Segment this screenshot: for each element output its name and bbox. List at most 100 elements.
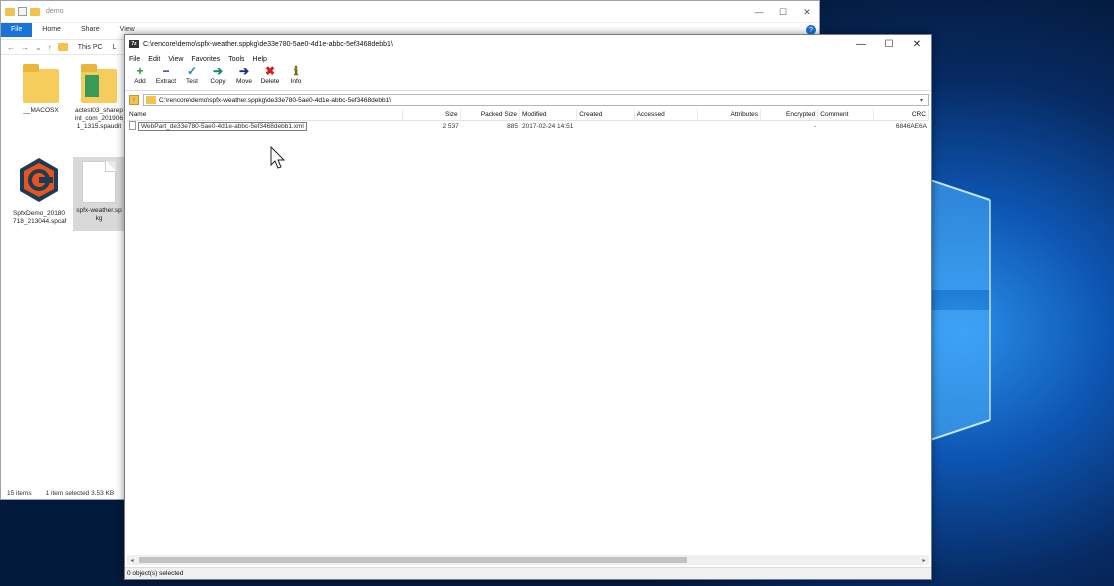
cell-crc: 6846AE6A [895, 123, 927, 130]
file-icon [129, 121, 136, 130]
test-label: Test [186, 78, 198, 85]
maximize-button[interactable]: ☐ [875, 35, 903, 53]
menu-tools[interactable]: Tools [228, 56, 244, 63]
column-attributes[interactable]: Attributes [698, 109, 761, 121]
7zip-titlebar: 7z C:\rencore\demo\spfx-weather.sppkg\de… [125, 35, 931, 53]
explorer-titlebar: demo — ☐ ✕ [1, 1, 819, 23]
column-packed-size[interactable]: Packed Size [461, 109, 520, 121]
column-headers: Name Size Packed Size Modified Created A… [127, 109, 929, 121]
file-item-label: spfx-weather.sp kg [76, 207, 122, 222]
folder-icon [57, 43, 68, 51]
up-folder-icon[interactable]: ↑ [129, 95, 139, 105]
move-button[interactable]: ➔ Move [233, 65, 255, 85]
copy-button[interactable]: ➔ Copy [207, 65, 229, 85]
maximize-button[interactable]: ☐ [771, 1, 795, 23]
close-button[interactable]: ✕ [795, 1, 819, 23]
delete-label: Delete [260, 78, 280, 85]
test-button[interactable]: ✓ Test [181, 65, 203, 85]
delete-icon: ✖ [264, 64, 276, 78]
menu-edit[interactable]: Edit [148, 56, 160, 63]
column-accessed[interactable]: Accessed [635, 109, 698, 121]
spcaf-icon [20, 158, 58, 202]
column-crc[interactable]: CRC [874, 109, 929, 121]
add-icon: + [136, 64, 144, 78]
chevron-down-icon[interactable]: ▾ [920, 97, 928, 104]
delete-button[interactable]: ✖ Delete [259, 65, 281, 85]
table-row[interactable]: WebPart_de33e780-5ae0-4d1e-abbc-5ef3468d… [127, 121, 929, 133]
tab-home[interactable]: Home [32, 23, 71, 37]
selection-info: 1 item selected 3.53 KB [45, 490, 115, 497]
minimize-button[interactable]: — [847, 35, 875, 53]
column-size[interactable]: Size [403, 109, 461, 121]
cell-modified: 2017-02-24 14:51 [522, 123, 574, 130]
copy-label: Copy [210, 78, 226, 85]
menu-view[interactable]: View [168, 56, 183, 63]
tab-share[interactable]: Share [71, 23, 110, 37]
cell-size: 2 537 [442, 123, 459, 130]
folder-icon [5, 7, 15, 16]
cell-packed-size: 885 [507, 123, 518, 130]
cell-name: WebPart_de33e780-5ae0-4d1e-abbc-5ef3468d… [127, 121, 403, 133]
windows-logo [930, 179, 991, 441]
status-bar: 0 object(s) selected [125, 567, 931, 579]
path-value: C:\rencore\demo\spfx-weather.sppkg\de33e… [159, 96, 391, 104]
scroll-left-icon[interactable]: ◂ [127, 557, 137, 564]
file-item-label: actest03_sharep int_com_201906 1_1315.sp… [74, 107, 124, 130]
window-title: C:\rencore\demo\spfx-weather.sppkg\de33e… [143, 40, 393, 48]
up-icon[interactable]: ↑ [48, 43, 52, 52]
close-button[interactable]: ✕ [903, 35, 931, 53]
menu-help[interactable]: Help [253, 56, 267, 63]
forward-icon[interactable]: → [21, 43, 29, 52]
cell-encrypted: - [814, 123, 817, 130]
minimize-button[interactable]: — [747, 1, 771, 23]
explorer-title: demo [46, 8, 64, 15]
scrollbar-thumb[interactable] [139, 557, 687, 563]
mouse-cursor-icon [270, 146, 286, 169]
file-item-label: __MACOSX [23, 107, 59, 114]
back-icon[interactable]: ← [7, 43, 15, 52]
extract-button[interactable]: − Extract [155, 65, 177, 85]
scroll-right-icon[interactable]: ▸ [919, 557, 929, 564]
column-name[interactable]: Name [127, 109, 404, 121]
cell-accessed [635, 121, 698, 133]
properties-icon[interactable] [18, 7, 27, 16]
cell-created [577, 121, 634, 133]
horizontal-scrollbar[interactable]: ◂ ▸ [127, 555, 929, 565]
recent-dropdown-icon[interactable]: ⌄ [35, 43, 42, 52]
toolbar: + Add − Extract ✓ Test ➔ Copy ➔ Move ✖ D… [125, 65, 931, 91]
path-input[interactable]: C:\rencore\demo\spfx-weather.sppkg\de33e… [143, 94, 929, 106]
file-item-label: SpfxDemo_20180 718_213044.spcaf [13, 210, 67, 225]
info-button[interactable]: ℹ Info [285, 65, 307, 85]
extract-icon: − [162, 64, 170, 78]
file-item[interactable]: SpfxDemo_20180 718_213044.spcaf [13, 157, 67, 226]
explorer-status-bar: 15 items 1 item selected 3.53 KB [7, 490, 114, 497]
path-bar: ↑ C:\rencore\demo\spfx-weather.sppkg\de3… [125, 93, 931, 107]
move-icon: ➔ [238, 64, 250, 78]
file-item[interactable]: __MACOSX [15, 61, 67, 115]
extract-label: Extract [155, 78, 177, 85]
column-comment[interactable]: Comment [818, 109, 874, 121]
column-encrypted[interactable]: Encrypted [761, 109, 819, 121]
item-count: 15 items [7, 490, 32, 497]
file-item-selected[interactable]: spfx-weather.sp kg [73, 157, 125, 231]
menu-file[interactable]: File [129, 56, 140, 63]
copy-icon: ➔ [212, 64, 224, 78]
zip-folder-icon [81, 61, 117, 103]
breadcrumb-next[interactable]: L [113, 44, 117, 51]
new-folder-icon[interactable] [30, 7, 40, 16]
move-label: Move [236, 78, 252, 85]
add-button[interactable]: + Add [129, 65, 151, 85]
7zip-window: 7z C:\rencore\demo\spfx-weather.sppkg\de… [124, 34, 932, 580]
column-modified[interactable]: Modified [520, 109, 578, 121]
folder-icon [23, 61, 59, 103]
tab-file[interactable]: File [1, 23, 33, 37]
column-created[interactable]: Created [577, 109, 635, 121]
7zip-logo-icon: 7z [129, 40, 139, 48]
file-item[interactable]: actest03_sharep int_com_201906 1_1315.sp… [73, 61, 125, 131]
folder-icon [146, 96, 156, 104]
info-icon: ℹ [293, 64, 299, 78]
menu-favorites[interactable]: Favorites [191, 56, 220, 63]
info-label: Info [290, 78, 302, 85]
breadcrumb-this-pc[interactable]: This PC [78, 44, 103, 51]
file-name: WebPart_de33e780-5ae0-4d1e-abbc-5ef3468d… [138, 122, 307, 131]
